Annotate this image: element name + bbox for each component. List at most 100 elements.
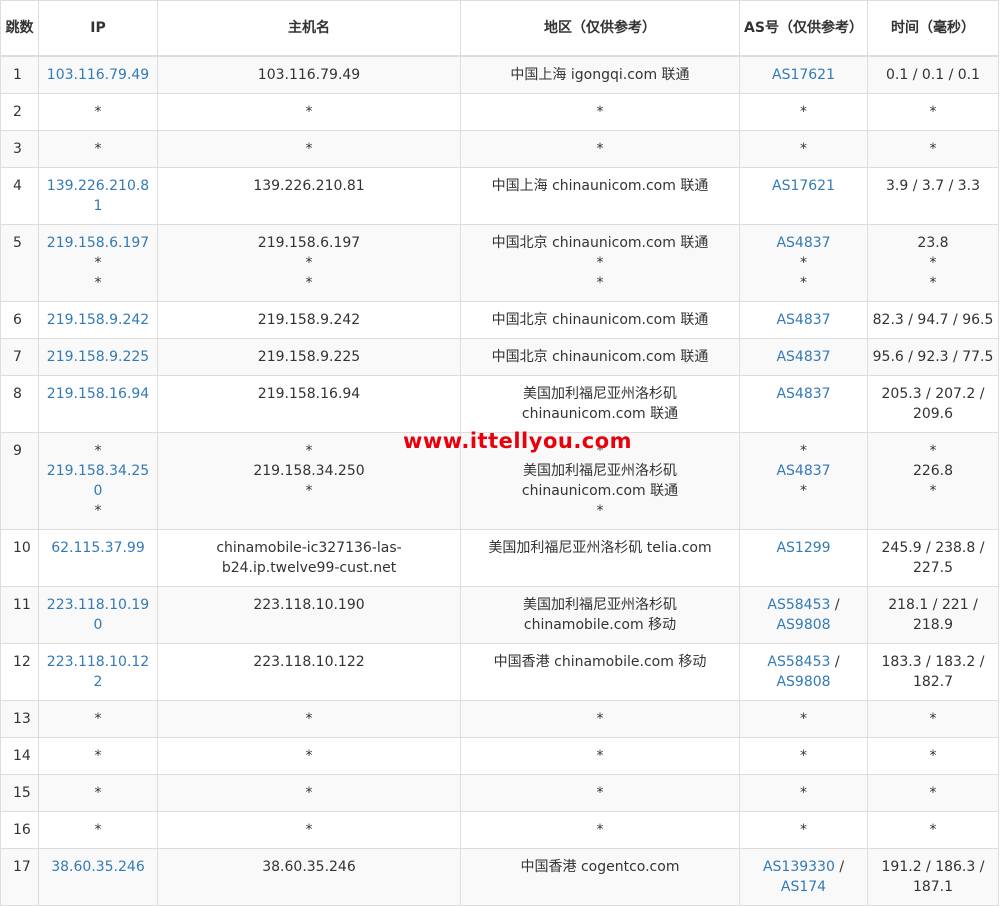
region-cell: * <box>460 736 740 775</box>
ip-cell: 38.60.35.246 <box>38 847 158 906</box>
ip-link[interactable]: 62.115.37.99 <box>43 538 153 558</box>
hostname-cell: 103.116.79.49 <box>157 55 461 94</box>
time-cell: 23.8 * * <box>867 223 999 302</box>
hostname-cell: 38.60.35.246 <box>157 847 461 906</box>
hostname-cell: 219.158.9.225 <box>157 337 461 376</box>
hostname-cell: chinamobile-ic327136-las-b24.ip.twelve99… <box>157 528 461 587</box>
as-line: AS4837 <box>744 461 863 481</box>
host-line: * <box>305 140 313 157</box>
hop-cell: 11 <box>0 585 39 644</box>
as-link[interactable]: AS9808 <box>776 674 830 690</box>
as-link[interactable]: AS9808 <box>776 617 830 633</box>
hop-cell: 15 <box>0 773 39 812</box>
time-line: * <box>929 140 937 157</box>
as-link[interactable]: AS4837 <box>776 349 830 365</box>
as-cell: AS4837 <box>739 374 868 433</box>
time-line: 183.3 / 183.2 / 182.7 <box>881 653 985 690</box>
ip-link[interactable]: 219.158.9.225 <box>43 347 153 367</box>
ip-link[interactable]: 223.118.10.190 <box>43 595 153 635</box>
as-line: AS17621 <box>744 65 863 85</box>
ip-cell: * <box>38 699 158 738</box>
hostname-cell: * <box>157 92 461 131</box>
host-line: * <box>305 442 313 459</box>
time-line: 82.3 / 94.7 / 96.5 <box>872 311 994 328</box>
table-row: 1 103.116.79.49 103.116.79.49 中国上海 igongqi.… <box>0 55 999 94</box>
ip-link[interactable]: 223.118.10.122 <box>43 652 153 692</box>
as-line: * <box>744 481 863 501</box>
as-link[interactable]: AS4837 <box>776 463 830 479</box>
region-line: * <box>596 821 604 838</box>
ip-link[interactable]: 219.158.16.94 <box>43 384 153 404</box>
time-line: 23.8 <box>917 234 949 251</box>
region-line: 美国加利福尼亚州洛杉矶 chinaunicom.com 联通 <box>521 385 679 422</box>
time-line: * <box>929 274 937 291</box>
hop-cell: 6 <box>0 300 39 339</box>
host-line: * <box>305 254 313 271</box>
as-link[interactable]: AS1299 <box>776 540 830 556</box>
as-link[interactable]: AS139330 <box>763 859 835 875</box>
table-row: 9 * 219.158.34.250 * * 219.158.34.250 * * 美国加利福尼… <box>0 431 999 530</box>
region-cell: * <box>460 129 740 168</box>
as-line: * <box>744 441 863 461</box>
ip-link[interactable]: 219.158.34.250 <box>43 461 153 501</box>
as-cell: AS4837 <box>739 337 868 376</box>
region-line: * <box>596 710 604 727</box>
hop-cell: 3 <box>0 129 39 168</box>
as-link[interactable]: AS58453 <box>767 597 830 613</box>
as-link[interactable]: AS174 <box>781 879 826 895</box>
region-cell: 中国香港 cogentco.com <box>460 847 740 906</box>
ip-link[interactable]: 139.226.210.81 <box>43 176 153 216</box>
region-line: * <box>596 274 604 291</box>
table-row: 12 223.118.10.122 223.118.10.122 中国香港 china… <box>0 642 999 701</box>
as-link[interactable]: AS58453 <box>767 654 830 670</box>
ip-link[interactable]: 219.158.6.197 <box>43 233 153 253</box>
as-line: AS139330 / AS174 <box>762 858 845 895</box>
region-line: 中国北京 chinaunicom.com 联通 <box>491 234 709 251</box>
as-cell: AS17621 <box>739 166 868 225</box>
time-cell: * <box>867 810 999 849</box>
time-line: * <box>929 821 937 838</box>
as-link[interactable]: AS4837 <box>776 235 830 251</box>
time-cell: * <box>867 699 999 738</box>
as-line: AS58453 / AS9808 <box>767 653 840 690</box>
as-link[interactable]: AS17621 <box>772 67 835 83</box>
region-line: * <box>596 502 604 519</box>
hostname-cell: 219.158.9.242 <box>157 300 461 339</box>
as-link[interactable]: AS4837 <box>776 386 830 402</box>
region-line: 美国加利福尼亚州洛杉矶 telia.com <box>488 539 712 556</box>
host-line: * <box>305 274 313 291</box>
ip-link[interactable]: 219.158.9.242 <box>43 310 153 330</box>
table-row: 15 * * * * * <box>0 773 999 812</box>
ip-cell: 223.118.10.122 <box>38 642 158 701</box>
as-cell: * <box>739 699 868 738</box>
ip-cell: * <box>38 773 158 812</box>
ip-line: * <box>94 442 102 459</box>
header-time: 时间（毫秒） <box>867 0 999 57</box>
hop-cell: 8 <box>0 374 39 433</box>
hop-cell: 5 <box>0 223 39 302</box>
host-line: 219.158.6.197 <box>257 234 361 251</box>
ip-link[interactable]: 103.116.79.49 <box>43 65 153 85</box>
as-line: * <box>744 709 863 729</box>
region-cell: 美国加利福尼亚州洛杉矶 telia.com <box>460 528 740 587</box>
ip-cell: 62.115.37.99 <box>38 528 158 587</box>
time-cell: 191.2 / 186.3 / 187.1 <box>867 847 999 906</box>
region-cell: 中国香港 chinamobile.com 移动 <box>460 642 740 701</box>
region-cell: 中国上海 chinaunicom.com 联通 <box>460 166 740 225</box>
time-cell: 245.9 / 238.8 / 227.5 <box>867 528 999 587</box>
region-line: * <box>596 442 604 459</box>
host-line: * <box>305 747 313 764</box>
region-line: 美国加利福尼亚州洛杉矶 chinamobile.com 移动 <box>523 596 677 633</box>
as-link[interactable]: AS4837 <box>776 312 830 328</box>
time-line: 0.1 / 0.1 / 0.1 <box>885 66 981 83</box>
table-row: 17 38.60.35.246 38.60.35.246 中国香港 cogentco.… <box>0 847 999 906</box>
ip-link[interactable]: 38.60.35.246 <box>43 857 153 877</box>
as-link[interactable]: AS17621 <box>772 178 835 194</box>
time-cell: 82.3 / 94.7 / 96.5 <box>867 300 999 339</box>
hop-cell: 13 <box>0 699 39 738</box>
region-cell: * <box>460 810 740 849</box>
region-line: 中国北京 chinaunicom.com 联通 <box>491 311 709 328</box>
region-line: * <box>596 254 604 271</box>
header-as: AS号（仅供参考） <box>739 0 868 57</box>
host-line: 139.226.210.81 <box>253 177 365 194</box>
